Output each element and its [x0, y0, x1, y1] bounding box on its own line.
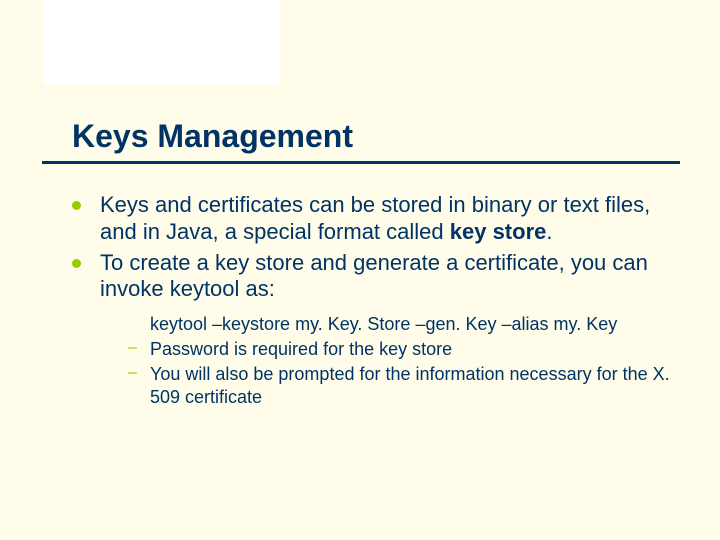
slide-title: Keys Management [72, 118, 680, 155]
list-item: To create a key store and generate a cer… [72, 250, 680, 304]
sub-bullet-text: Password is required for the key store [150, 339, 452, 359]
bullet-text: To create a key store and generate a cer… [100, 250, 648, 302]
sub-list-item: Password is required for the key store [128, 338, 680, 361]
bullet-bold: key store [450, 219, 547, 244]
list-item: Keys and certificates can be stored in b… [72, 192, 680, 246]
bullet-text: . [546, 219, 552, 244]
sub-bullet-text: You will also be prompted for the inform… [150, 364, 670, 407]
header-decoration [44, 0, 280, 85]
sub-list-item: You will also be prompted for the inform… [128, 363, 680, 409]
slide-content: Keys Management Keys and certificates ca… [72, 118, 680, 411]
title-underline [42, 161, 680, 164]
sub-bullet-list: keytool –keystore my. Key. Store –gen. K… [72, 313, 680, 409]
bullet-list: Keys and certificates can be stored in b… [72, 192, 680, 303]
sub-bullet-text: keytool –keystore my. Key. Store –gen. K… [150, 314, 617, 334]
bullet-text: Keys and certificates can be stored in b… [100, 192, 650, 244]
sub-list-item: keytool –keystore my. Key. Store –gen. K… [128, 313, 680, 336]
